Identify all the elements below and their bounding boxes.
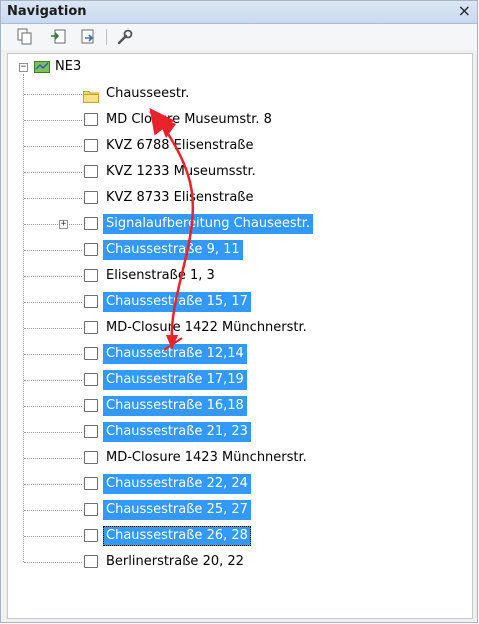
import-icon[interactable]	[49, 27, 69, 47]
tree-item[interactable]: Chaussestraße 16,18	[8, 393, 472, 419]
panel-titlebar: Navigation ×	[1, 1, 477, 24]
tree-connector	[24, 406, 82, 407]
tree-connector	[24, 432, 82, 433]
tree-connector	[24, 198, 82, 199]
copy-icon[interactable]	[15, 27, 35, 47]
node-icon	[84, 477, 98, 490]
node-icon	[84, 295, 98, 308]
tree-item[interactable]: KVZ 1233 Museumsstr.	[8, 159, 472, 185]
tree-item-label: Chaussestraße 17,19	[103, 370, 247, 390]
tree-item[interactable]: Chaussestraße 15, 17	[8, 289, 472, 315]
tree-item-label: Chaussestraße 15, 17	[103, 292, 251, 312]
tree-item-label: Chaussestraße 22, 24	[103, 474, 251, 494]
tree-item[interactable]: MD Closure Museumstr. 8	[8, 107, 472, 133]
tree-item[interactable]: Chaussestraße 12,14	[8, 341, 472, 367]
tree-item-label: Chaussestraße 9, 11	[103, 240, 243, 260]
tree-connector	[24, 146, 82, 147]
tree-item[interactable]: Chausseestr.	[8, 81, 472, 107]
navigation-tree: − NE3 Chausseestr. MD Closure Museumstr. …	[7, 53, 473, 619]
tree-connector	[24, 484, 82, 485]
node-icon	[84, 399, 98, 412]
node-icon	[84, 139, 98, 152]
node-icon	[84, 529, 98, 542]
tree-item[interactable]: Elisenstraße 1, 3	[8, 263, 472, 289]
tree-connector	[24, 276, 82, 277]
tree-connector	[24, 458, 82, 459]
tree-item-label: MD-Closure 1423 Münchnerstr.	[106, 450, 307, 465]
tree-item[interactable]: Chaussestraße 25, 27	[8, 497, 472, 523]
node-icon	[84, 451, 98, 464]
node-icon	[84, 555, 98, 568]
node-icon	[84, 321, 98, 334]
toolbar-separator	[106, 29, 107, 45]
export-icon[interactable]	[79, 27, 99, 47]
tree-connector	[24, 224, 82, 225]
close-icon[interactable]: ×	[458, 1, 471, 20]
tree-item-label: KVZ 6788 Elisenstraße	[106, 138, 254, 153]
toolbar	[1, 24, 477, 50]
tree-item[interactable]: MD-Closure 1423 Münchnerstr.	[8, 445, 472, 471]
node-icon	[84, 191, 98, 204]
tree-item[interactable]: MD-Closure 1422 Münchnerstr.	[8, 315, 472, 341]
tree-connector	[24, 562, 82, 563]
tree-item[interactable]: KVZ 8733 Elisenstraße	[8, 185, 472, 211]
node-icon	[84, 269, 98, 282]
tree-connector	[24, 510, 82, 511]
tree-item[interactable]: Chaussestraße 9, 11	[8, 237, 472, 263]
tree-item-label: KVZ 8733 Elisenstraße	[106, 190, 254, 205]
tree-connector	[24, 354, 82, 355]
node-icon	[84, 425, 98, 438]
tree-item[interactable]: Chaussestraße 26, 28	[8, 523, 472, 549]
tree-connector	[24, 536, 82, 537]
expand-icon[interactable]: +	[59, 220, 68, 229]
node-icon	[84, 373, 98, 386]
tree-item-label: Elisenstraße 1, 3	[106, 268, 215, 283]
wrench-icon[interactable]	[115, 27, 135, 47]
tree-item-label: Chaussestraße 25, 27	[103, 500, 251, 520]
tree-item-label: MD Closure Museumstr. 8	[106, 112, 272, 127]
tree-item-label: Chaussestraße 26, 28	[103, 526, 251, 546]
tree-item-label: Chaussestraße 16,18	[103, 396, 247, 416]
node-icon	[84, 113, 98, 126]
tree-connector	[24, 380, 82, 381]
tree-item-label: Chausseestr.	[106, 86, 190, 101]
tree-item[interactable]: KVZ 6788 Elisenstraße	[8, 133, 472, 159]
tree-connector	[24, 120, 82, 121]
tree-connector	[24, 172, 82, 173]
tree-item[interactable]: Chaussestraße 21, 23	[8, 419, 472, 445]
panel-title: Navigation	[7, 4, 87, 19]
node-icon	[84, 217, 98, 230]
tree-root-ne3[interactable]: − NE3	[8, 54, 472, 80]
tree-item[interactable]: Chaussestraße 17,19	[8, 367, 472, 393]
node-icon	[84, 347, 98, 360]
tree-item-label: MD-Closure 1422 Münchnerstr.	[106, 320, 307, 335]
tree-item-label: KVZ 1233 Museumsstr.	[106, 164, 256, 179]
tree-connector	[24, 94, 82, 95]
tree-root-label: NE3	[55, 59, 82, 74]
node-icon	[84, 165, 98, 178]
tree-item-label: Chaussestraße 12,14	[103, 344, 247, 364]
tree-connector	[24, 302, 82, 303]
tree-item-label: Berlinerstraße 20, 22	[106, 554, 244, 569]
tree-connector	[24, 250, 82, 251]
tree-item-label: Chaussestraße 21, 23	[103, 422, 251, 442]
node-icon	[84, 243, 98, 256]
tree-item[interactable]: Berlinerstraße 20, 22	[8, 549, 472, 575]
navigation-panel: Navigation × − NE3 Chausseestr. MD Closu…	[0, 0, 478, 623]
tree-connector	[24, 328, 82, 329]
tree-item[interactable]: + Signalaufbereitung Chauseestr.	[8, 211, 472, 237]
tree-item[interactable]: Chaussestraße 22, 24	[8, 471, 472, 497]
collapse-root-icon[interactable]: −	[19, 63, 28, 72]
tree-item-label: Signalaufbereitung Chauseestr.	[103, 214, 314, 234]
node-icon	[84, 503, 98, 516]
